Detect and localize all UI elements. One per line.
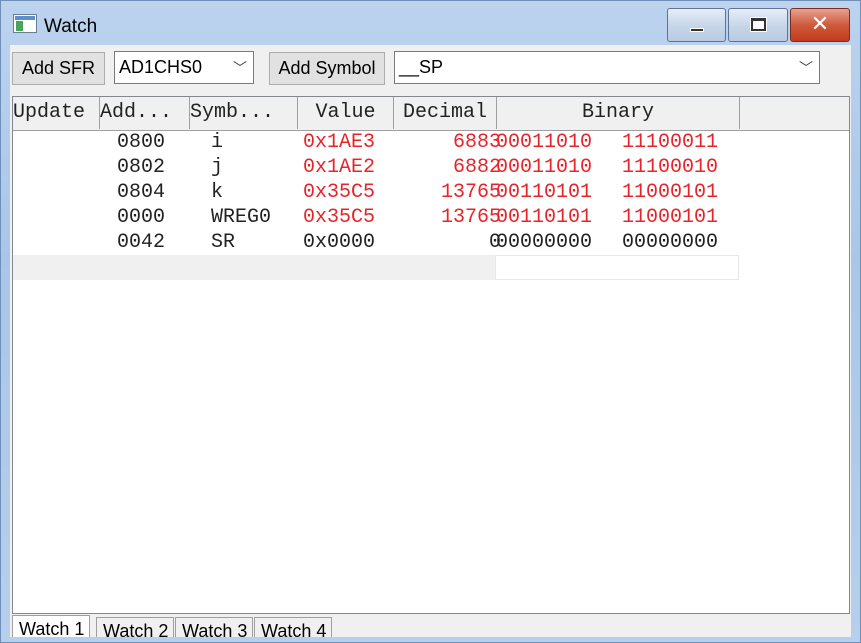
row-symbol: j	[211, 156, 224, 179]
row-address: 0804	[117, 181, 166, 204]
symbol-combo[interactable]: __SP ﹀	[394, 51, 820, 84]
table-row[interactable]: 0800 i 0x1AE3 6883 00011010 11100011	[13, 130, 849, 155]
title-bar[interactable]: Watch ✕	[1, 1, 860, 45]
row-value[interactable]: 0x1AE3	[303, 130, 375, 155]
row-binary-low: 11000101	[622, 206, 719, 229]
add-symbol-button[interactable]: Add Symbol	[269, 52, 385, 85]
table-row[interactable]: 0042 SR 0x0000 0 00000000 00000000	[13, 230, 849, 255]
add-sfr-button[interactable]: Add SFR	[12, 52, 105, 85]
row-value[interactable]: 0x0000	[303, 230, 375, 255]
table-row[interactable]: 0802 j 0x1AE2 6882 00011010 11100010	[13, 155, 849, 180]
row-binary-low: 00000000	[622, 231, 719, 254]
row-address: 0042	[117, 231, 166, 254]
row-decimal: 13765	[440, 206, 501, 229]
column-header-decimal[interactable]: Decimal	[394, 97, 497, 129]
grid-header: Update Add... Symb... Value Decimal Bina…	[13, 97, 849, 131]
column-header-address[interactable]: Add...	[100, 97, 190, 129]
row-value[interactable]: 0x1AE2	[303, 155, 375, 180]
row-symbol: i	[211, 131, 224, 154]
column-header-symbol[interactable]: Symb...	[190, 97, 298, 129]
new-entry-row[interactable]	[13, 255, 495, 280]
window-client-area: Add SFR AD1CHS0 ﹀ Add Symbol __SP ﹀ Upda…	[10, 45, 851, 637]
window-title: Watch	[44, 16, 98, 37]
table-row[interactable]: 0804 k 0x35C5 13765 00110101 11000101	[13, 180, 849, 205]
watch-window: Watch ✕ Add SFR AD1CHS0 ﹀ Add Symbol __S…	[0, 0, 861, 643]
tab-watch-1[interactable]: Watch 1	[12, 615, 91, 637]
tab-watch-4[interactable]: Watch 4	[254, 617, 333, 637]
row-binary-high: 00000000	[496, 231, 593, 254]
sfr-combo[interactable]: AD1CHS0 ﹀	[114, 51, 254, 84]
column-header-binary[interactable]: Binary	[497, 97, 740, 129]
watch-grid[interactable]: Update Add... Symb... Value Decimal Bina…	[12, 96, 850, 614]
row-address: 0802	[117, 156, 166, 179]
row-symbol: SR	[211, 231, 236, 254]
row-symbol: k	[211, 181, 224, 204]
tab-watch-2[interactable]: Watch 2	[96, 617, 175, 637]
chevron-down-icon[interactable]: ﹀	[233, 58, 247, 78]
new-entry-binary-cell[interactable]	[495, 255, 739, 280]
maximize-button[interactable]	[728, 8, 788, 42]
row-binary-high: 00011010	[496, 131, 593, 154]
row-decimal: 6883	[452, 131, 501, 154]
watch-tabs: Watch 1 Watch 2 Watch 3 Watch 4	[12, 615, 850, 637]
column-header-update[interactable]: Update	[13, 97, 100, 129]
chevron-down-icon[interactable]: ﹀	[799, 58, 813, 78]
maximize-icon	[751, 18, 766, 31]
sfr-combo-value: AD1CHS0	[119, 57, 203, 77]
minimize-icon	[690, 28, 704, 32]
close-icon: ✕	[810, 12, 830, 37]
row-decimal: 13765	[440, 181, 501, 204]
close-button[interactable]: ✕	[790, 8, 850, 42]
row-symbol: WREG0	[211, 206, 272, 229]
watch-window-icon[interactable]	[13, 14, 37, 33]
table-row[interactable]: 0000 WREG0 0x35C5 13765 00110101 11000101	[13, 205, 849, 230]
row-value[interactable]: 0x35C5	[303, 205, 375, 230]
minimize-button[interactable]	[667, 8, 726, 42]
column-header-value[interactable]: Value	[298, 97, 394, 129]
row-address: 0800	[117, 131, 166, 154]
row-binary-low: 11000101	[622, 181, 719, 204]
symbol-combo-value: __SP	[399, 57, 444, 77]
row-binary-low: 11100010	[622, 156, 719, 179]
tab-watch-3[interactable]: Watch 3	[175, 617, 254, 637]
row-address: 0000	[117, 206, 166, 229]
row-decimal: 6882	[452, 156, 501, 179]
row-binary-low: 11100011	[622, 131, 719, 154]
row-binary-high: 00011010	[496, 156, 593, 179]
row-value[interactable]: 0x35C5	[303, 180, 375, 205]
row-binary-high: 00110101	[496, 206, 593, 229]
row-binary-high: 00110101	[496, 181, 593, 204]
